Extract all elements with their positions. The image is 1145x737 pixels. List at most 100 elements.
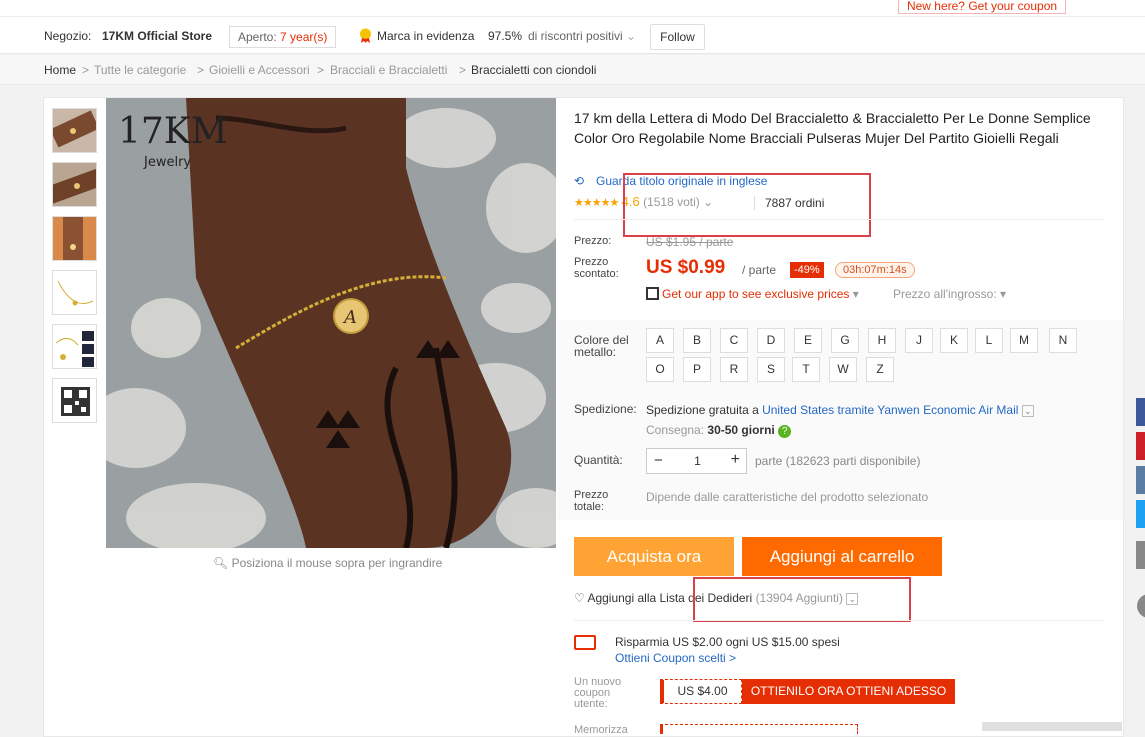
- shipping-info: Spedizione gratuita a United States tram…: [646, 403, 1034, 417]
- breadcrumb-separator: >: [197, 63, 205, 77]
- total-price-text: Dipende dalle caratteristiche del prodot…: [646, 490, 929, 504]
- brand-label: Marca in evidenza: [377, 29, 475, 43]
- countdown-timer: 03h:07m:14s: [835, 262, 915, 278]
- question-icon[interactable]: ?: [778, 425, 792, 438]
- rating-stars-icon: ★★★★★: [574, 197, 619, 209]
- translate-icon: ⟲: [574, 174, 585, 188]
- thumbnail-5[interactable]: [52, 324, 97, 369]
- quantity-label: Quantità:: [574, 453, 623, 467]
- open-label: Aperto:: [238, 30, 277, 44]
- follow-button[interactable]: Follow: [650, 24, 705, 50]
- breadcrumb-jewelry[interactable]: Gioielli e Accessori: [209, 63, 310, 77]
- letter-option-a[interactable]: A: [646, 328, 674, 353]
- top-brand-icon: [360, 28, 371, 43]
- buy-now-button[interactable]: Acquista ora: [574, 537, 734, 576]
- bottom-bar: [982, 722, 1122, 731]
- letter-option-m[interactable]: M: [1010, 328, 1038, 353]
- letter-option-t[interactable]: T: [792, 357, 820, 382]
- caret-down-icon: ▾: [852, 287, 859, 301]
- breadcrumb-current: Braccialetti con ciondoli: [471, 63, 597, 77]
- letter-option-b[interactable]: B: [683, 328, 711, 353]
- new-user-coupon-promo[interactable]: New here? Get your coupon: [898, 0, 1066, 14]
- store-name[interactable]: 17KM Official Store: [102, 29, 212, 43]
- dropdown-icon[interactable]: ⌄: [1021, 405, 1034, 417]
- letter-option-r[interactable]: R: [720, 357, 748, 382]
- letter-option-p[interactable]: P: [683, 357, 711, 382]
- product-title: 17 km della Lettera di Modo Del Braccial…: [574, 110, 1091, 146]
- breadcrumb-bracelets[interactable]: Bracciali e Braccialetti: [330, 63, 447, 77]
- memorize-label: Memorizza: [574, 724, 628, 736]
- letter-option-o[interactable]: O: [646, 357, 674, 382]
- qr-code-icon: [53, 379, 96, 422]
- price-unit: / parte: [742, 263, 777, 277]
- discount-price-label: Prezzo scontato:: [574, 256, 619, 280]
- feedback-percent: 97.5%: [488, 29, 523, 43]
- brand-sub: Jewelry: [143, 155, 191, 170]
- chevron-down-icon: ⌄: [626, 29, 637, 43]
- caret-down-icon: ▾: [1000, 287, 1007, 301]
- divider: [574, 219, 1104, 220]
- store-label: Negozio:: [44, 29, 92, 43]
- annotation-box: [623, 173, 871, 237]
- more-share-icon[interactable]: [1136, 541, 1145, 569]
- facebook-share-icon[interactable]: [1136, 398, 1145, 426]
- letter-option-s[interactable]: S: [757, 357, 785, 382]
- letter-option-c[interactable]: C: [720, 328, 748, 353]
- select-coupons-link[interactable]: Ottieni Coupon scelti >: [615, 651, 736, 665]
- annotation-box: [693, 577, 911, 622]
- feedback-label[interactable]: di riscontri positivi ⌄: [528, 29, 636, 43]
- shipping-destination[interactable]: United States tramite Yanwen Economic Ai…: [762, 403, 1018, 417]
- thumbnail-qr[interactable]: [52, 378, 97, 423]
- qr-icon: [646, 287, 659, 300]
- get-coupon-button[interactable]: OTTIENILO ORA OTTIENI ADESSO: [742, 679, 955, 704]
- new-user-coupon-label: Un nuovo coupon utente:: [574, 676, 622, 710]
- letter-option-k[interactable]: K: [940, 328, 968, 353]
- letter-option-e[interactable]: E: [794, 328, 822, 353]
- memorize-coupon-box[interactable]: [660, 724, 858, 734]
- letter-option-l[interactable]: L: [975, 328, 1003, 353]
- letter-option-n[interactable]: N: [1049, 328, 1077, 353]
- vk-share-icon[interactable]: [1136, 466, 1145, 494]
- thumbnail-4[interactable]: [52, 270, 97, 315]
- thumbnail-3[interactable]: [52, 216, 97, 261]
- add-to-cart-button[interactable]: Aggiungi al carrello: [742, 537, 942, 576]
- pendant-letter: A: [342, 307, 357, 328]
- pinterest-share-icon[interactable]: [1136, 432, 1145, 460]
- availability: parte (182623 parti disponibile): [755, 454, 921, 468]
- decrease-button[interactable]: −: [654, 452, 663, 469]
- main-product-image[interactable]: A 17KM Jewelry: [106, 98, 556, 548]
- discount-badge: -49%: [790, 262, 824, 278]
- breadcrumb-home[interactable]: Home: [44, 63, 76, 77]
- zoom-hint: 🔍︎ Posiziona il mouse sopra per ingrandi…: [213, 556, 443, 570]
- scroll-top-icon[interactable]: [1137, 594, 1145, 618]
- divider: [574, 620, 1104, 621]
- shipping-label: Spedizione:: [574, 402, 637, 416]
- coupon-icon: [574, 635, 596, 650]
- increase-button[interactable]: +: [731, 451, 740, 469]
- thumbnail-1[interactable]: [52, 108, 97, 153]
- letter-option-z[interactable]: Z: [866, 357, 894, 382]
- thumbnail-2[interactable]: [52, 162, 97, 207]
- coupon-amount: US $4.00: [660, 679, 742, 704]
- letter-option-h[interactable]: H: [868, 328, 896, 353]
- breadcrumb-separator: >: [459, 63, 467, 77]
- letter-option-g[interactable]: G: [831, 328, 859, 353]
- app-price-promo[interactable]: Get our app to see exclusive prices ▾: [646, 287, 859, 301]
- heart-icon: ♡: [574, 591, 585, 605]
- breadcrumb-all-categories[interactable]: Tutte le categorie: [94, 63, 186, 77]
- top-strip: New here? Get your coupon: [0, 0, 1145, 16]
- twitter-share-icon[interactable]: [1136, 500, 1145, 528]
- breadcrumb-separator: >: [82, 63, 90, 77]
- store-open-badge: Aperto: 7 year(s): [229, 26, 337, 48]
- color-label: Colore del metallo:: [574, 333, 629, 359]
- delivery-info: Consegna: 30-50 giorni ?: [646, 423, 792, 438]
- discount-price: US $0.99: [646, 257, 726, 278]
- store-coupon-text: Risparmia US $2.00 ogni US $15.00 spesi: [615, 635, 840, 649]
- wholesale-price[interactable]: Prezzo all'ingrosso: ▾: [893, 287, 1006, 301]
- total-price-label: Prezzo totale:: [574, 489, 609, 513]
- open-years: 7 year(s): [280, 30, 328, 44]
- letter-option-j[interactable]: J: [905, 328, 933, 353]
- letter-option-d[interactable]: D: [757, 328, 785, 353]
- magnifier-icon: 🔍︎: [213, 556, 229, 570]
- letter-option-w[interactable]: W: [829, 357, 857, 382]
